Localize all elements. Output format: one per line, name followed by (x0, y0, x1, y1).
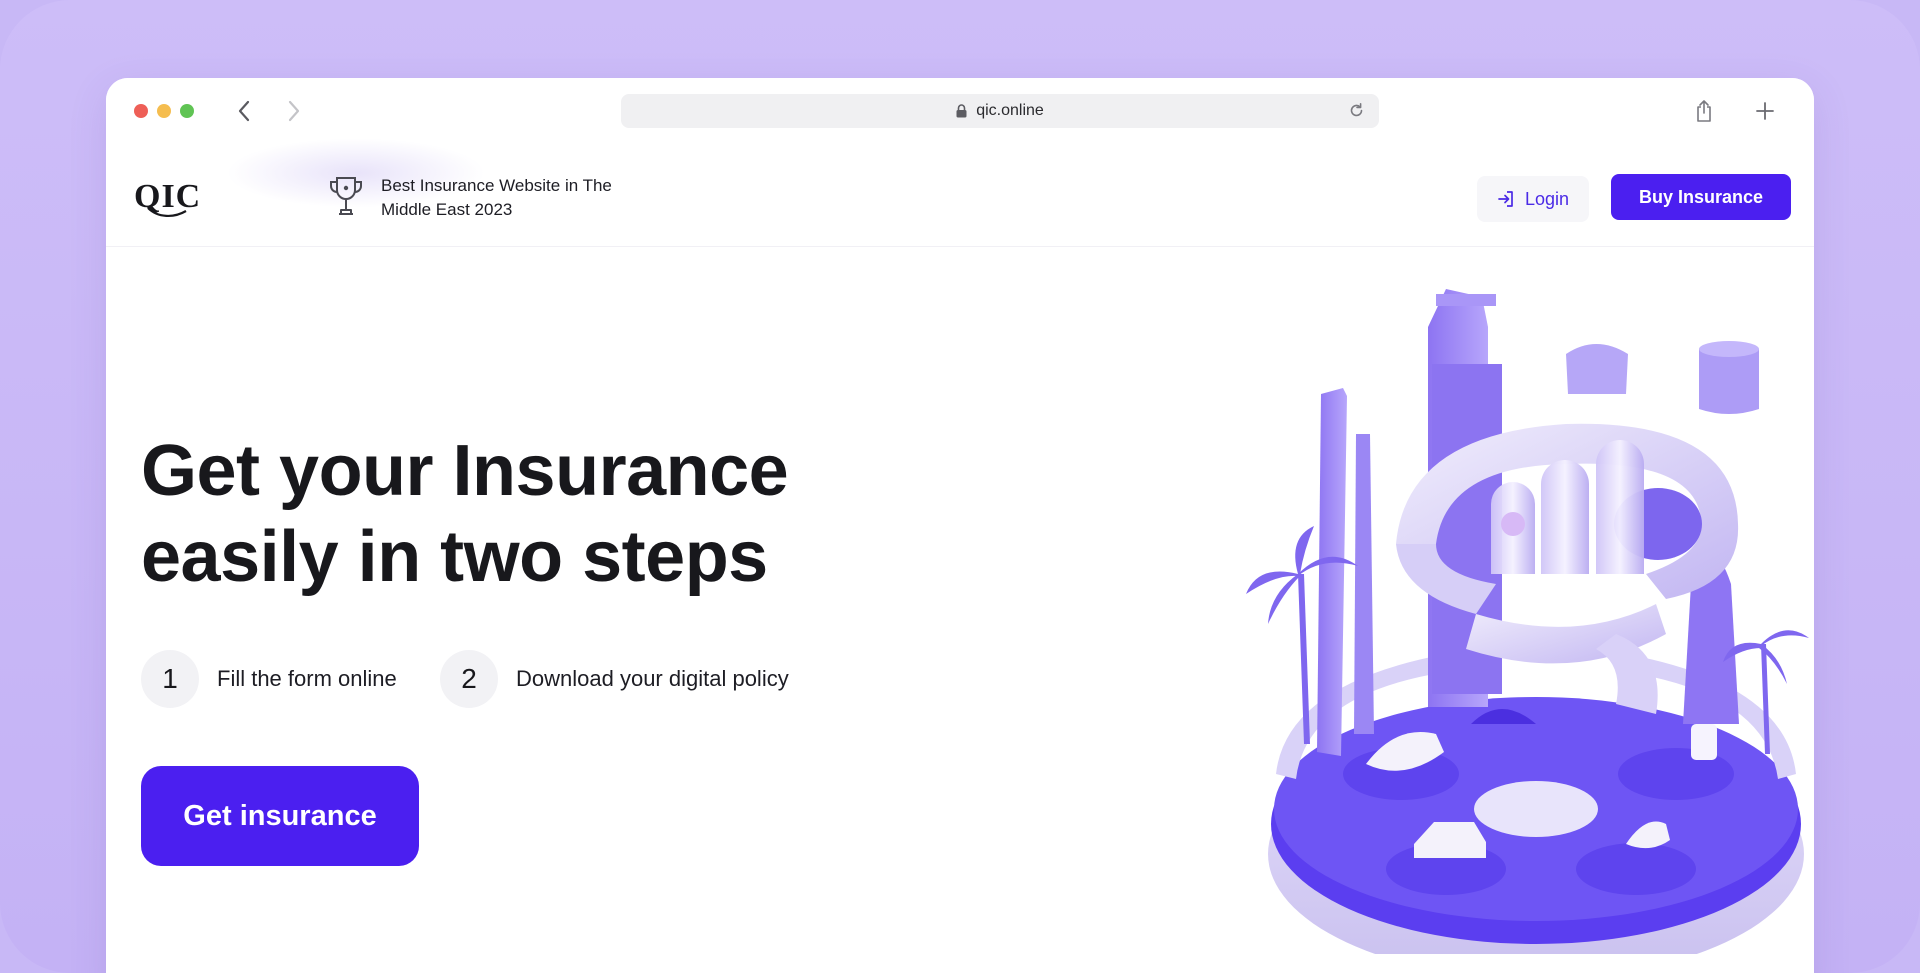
hero-title: Get your Insurance easily in two steps (141, 428, 901, 600)
award-badge: Best Insurance Website in The Middle Eas… (328, 174, 641, 222)
browser-window: qic.online QIC Best Insurance Website in… (106, 78, 1814, 973)
reload-icon[interactable] (1348, 102, 1365, 119)
lock-icon (956, 104, 967, 118)
address-bar[interactable]: qic.online (621, 94, 1379, 128)
login-icon (1497, 190, 1515, 208)
step-label: Fill the form online (217, 666, 397, 691)
logo-text: QIC (134, 178, 201, 215)
minimize-window-button[interactable] (157, 104, 171, 118)
step-2: 2 Download your digital policy (440, 650, 789, 708)
share-icon[interactable] (1690, 97, 1718, 125)
qic-logo[interactable]: QIC (134, 178, 238, 218)
hero-title-line-2: easily in two steps (141, 517, 768, 597)
hero-title-line-1: Get your Insurance (141, 431, 789, 511)
backdrop: qic.online QIC Best Insurance Website in… (0, 0, 1920, 973)
get-insurance-button[interactable]: Get insurance (141, 766, 419, 866)
plus-icon[interactable] (1751, 97, 1779, 125)
site-header: QIC Best Insurance Website in The Middle… (106, 138, 1814, 247)
url-text: qic.online (976, 102, 1044, 119)
login-button[interactable]: Login (1477, 176, 1589, 222)
trophy-icon (328, 174, 364, 218)
award-line-2: Middle East 2023 (381, 200, 513, 219)
buy-insurance-button[interactable]: Buy Insurance (1611, 174, 1791, 220)
forward-arrow-icon[interactable] (280, 97, 308, 125)
hero-illustration (1246, 289, 1809, 954)
maximize-window-button[interactable] (180, 104, 194, 118)
step-number: 2 (440, 650, 498, 708)
login-label: Login (1524, 188, 1570, 209)
step-label: Download your digital policy (516, 666, 789, 691)
back-arrow-icon[interactable] (230, 97, 258, 125)
step-1: 1 Fill the form online (141, 650, 397, 708)
step-number: 1 (141, 650, 199, 708)
award-line-1: Best Insurance Website in The (381, 176, 612, 195)
award-text: Best Insurance Website in The Middle Eas… (381, 174, 641, 222)
close-window-button[interactable] (134, 104, 148, 118)
